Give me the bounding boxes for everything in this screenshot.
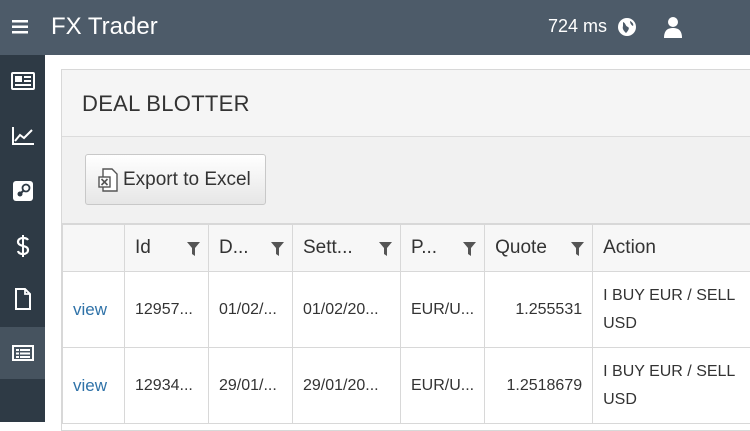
- quote-cell: 1.255531: [485, 272, 593, 348]
- view-cell: view: [63, 272, 125, 348]
- pair-cell: EUR/U...: [401, 272, 485, 348]
- id-cell: 12934...: [125, 348, 209, 424]
- latency-readout: 724 ms: [548, 16, 607, 37]
- sidebar: [0, 55, 45, 422]
- filter-icon[interactable]: [463, 242, 476, 256]
- filter-icon[interactable]: [571, 242, 584, 256]
- col-header-view: [63, 225, 125, 272]
- action-cell: I BUY EUR / SELL USD: [593, 272, 750, 348]
- deal-table: Id D... Sett... P... Quote Action view 1…: [62, 224, 750, 424]
- action-cell: I BUY EUR / SELL USD: [593, 348, 750, 424]
- sidebar-item-documents[interactable]: [0, 273, 45, 325]
- top-bar: FX Trader 724 ms: [0, 0, 750, 55]
- view-cell: view: [63, 348, 125, 424]
- table-row: view 12934... 29/01/... 29/01/20... EUR/…: [63, 348, 750, 424]
- table-header-row: Id D... Sett... P... Quote Action: [63, 225, 750, 272]
- id-cell: 12957...: [125, 272, 209, 348]
- col-header-settle[interactable]: Sett...: [293, 225, 401, 272]
- date-cell: 01/02/...: [209, 272, 293, 348]
- filter-icon[interactable]: [379, 242, 392, 256]
- menu-icon[interactable]: [8, 16, 32, 38]
- line-chart-icon: [11, 126, 35, 146]
- newspaper-icon: [11, 72, 35, 90]
- date-cell: 29/01/...: [209, 348, 293, 424]
- filter-icon[interactable]: [271, 242, 284, 256]
- page-title: DEAL BLOTTER: [82, 91, 250, 117]
- pair-cell: EUR/U...: [401, 348, 485, 424]
- blotter-toolbar: Export to Excel: [62, 137, 750, 224]
- view-link[interactable]: view: [73, 376, 107, 395]
- excel-icon: [98, 168, 118, 192]
- sidebar-item-steam[interactable]: [0, 165, 45, 217]
- list-icon: [12, 345, 34, 361]
- col-header-action[interactable]: Action: [593, 225, 750, 272]
- export-label: Export to Excel: [123, 169, 251, 191]
- table-row: view 12957... 01/02/... 01/02/20... EUR/…: [63, 272, 750, 348]
- panel-heading: DEAL BLOTTER: [62, 70, 750, 137]
- settle-cell: 29/01/20...: [293, 348, 401, 424]
- dollar-icon: [16, 234, 30, 258]
- app-title: FX Trader: [51, 13, 158, 41]
- user-icon[interactable]: [664, 16, 682, 38]
- view-link[interactable]: view: [73, 300, 107, 319]
- steam-icon: [13, 181, 33, 201]
- col-header-date[interactable]: D...: [209, 225, 293, 272]
- col-header-quote[interactable]: Quote: [485, 225, 593, 272]
- filter-icon[interactable]: [187, 242, 200, 256]
- col-header-id[interactable]: Id: [125, 225, 209, 272]
- col-header-pair[interactable]: P...: [401, 225, 485, 272]
- globe-icon[interactable]: [617, 17, 637, 37]
- quote-cell: 1.2518679: [485, 348, 593, 424]
- sidebar-item-dollar[interactable]: [0, 220, 45, 272]
- deal-blotter-panel: DEAL BLOTTER Export to Excel Id D... Set…: [61, 69, 750, 431]
- settle-cell: 01/02/20...: [293, 272, 401, 348]
- sidebar-item-analytics[interactable]: [0, 110, 45, 162]
- sidebar-item-blotter[interactable]: [0, 327, 45, 379]
- export-to-excel-button[interactable]: Export to Excel: [85, 154, 266, 205]
- sidebar-item-news[interactable]: [0, 55, 45, 107]
- document-icon: [14, 288, 32, 310]
